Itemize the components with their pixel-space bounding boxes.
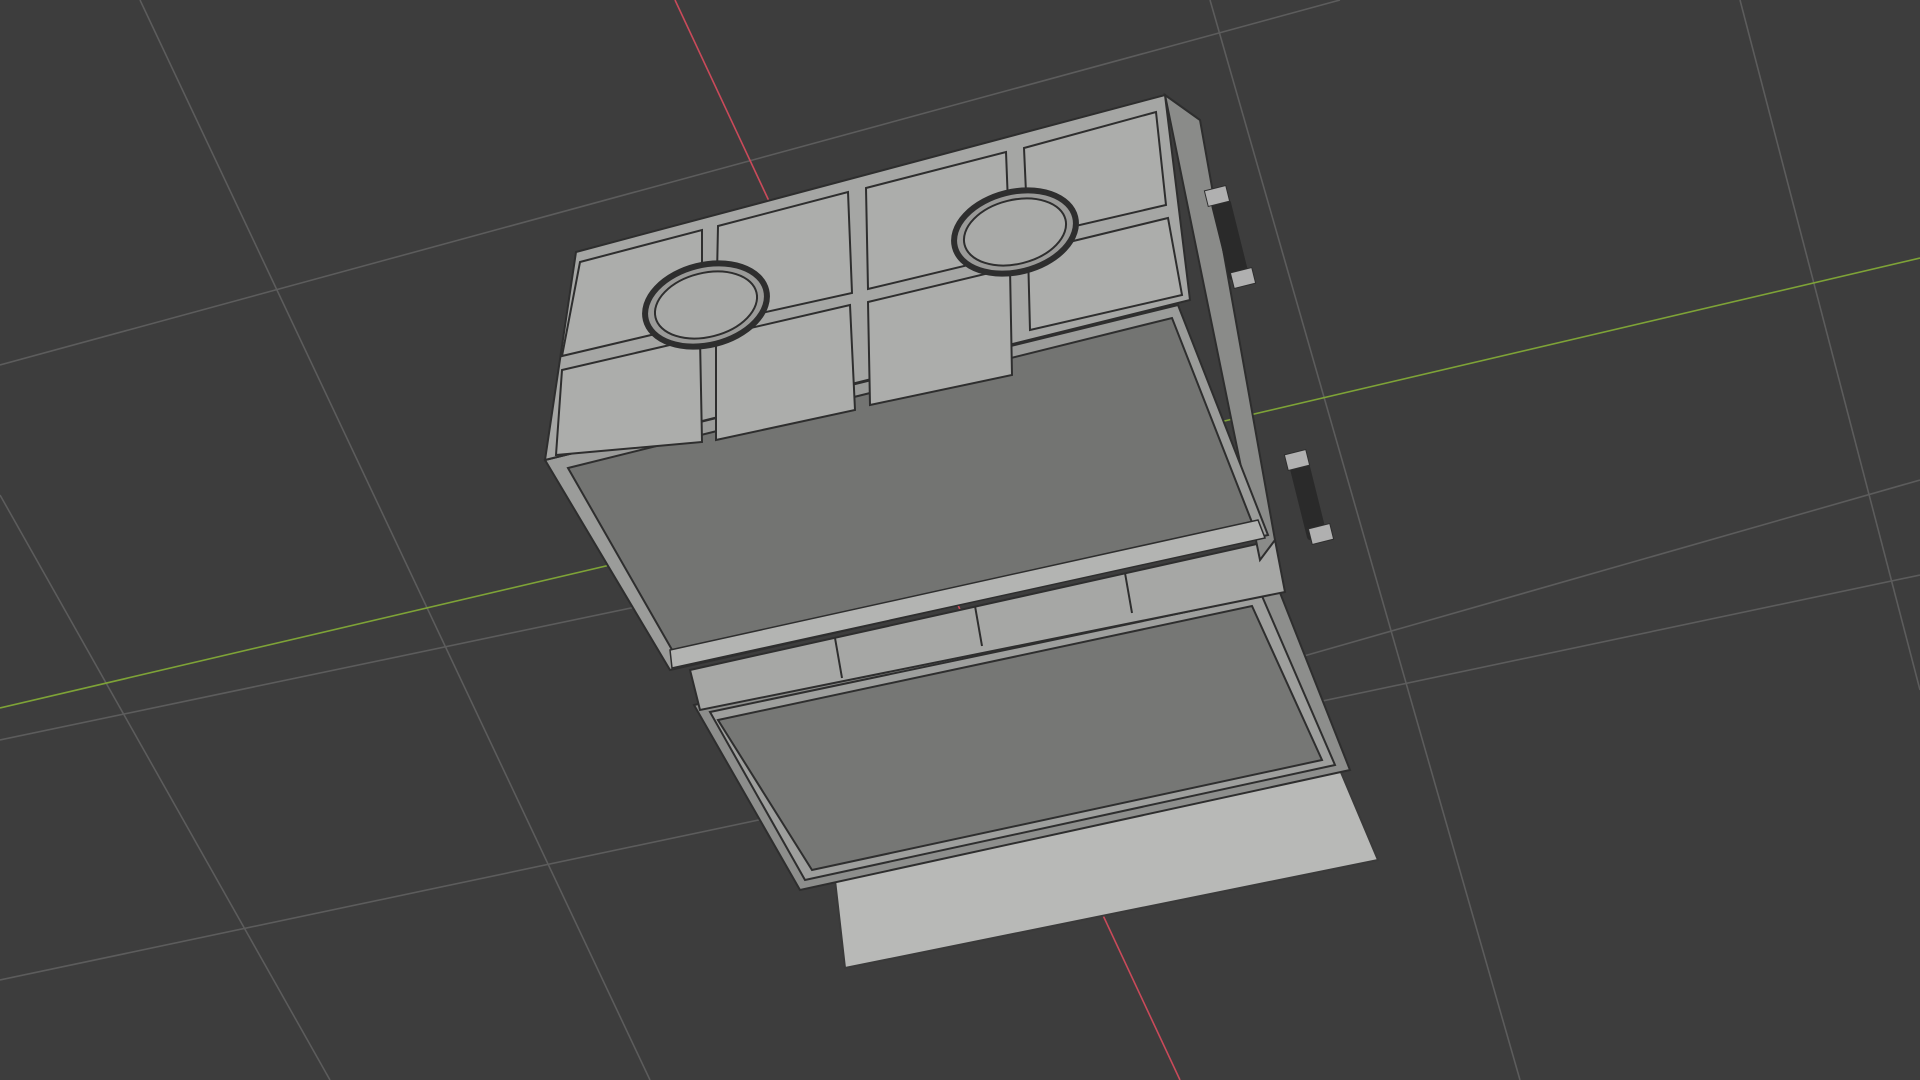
viewport-canvas[interactable] — [0, 0, 1920, 1080]
3d-viewport[interactable] — [0, 0, 1920, 1080]
cabinet-model[interactable] — [543, 92, 1380, 970]
lower-handle — [1283, 448, 1335, 546]
